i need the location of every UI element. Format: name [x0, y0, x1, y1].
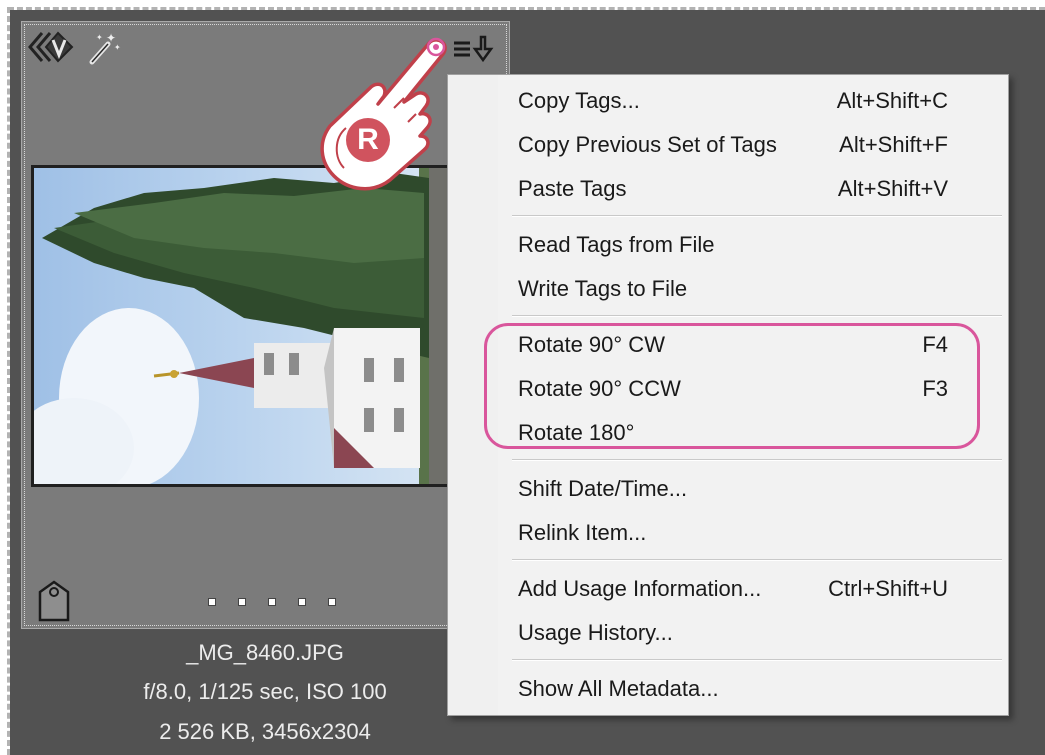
star-rating[interactable]	[208, 598, 348, 610]
menu-item-paste-tags[interactable]: Paste Tags Alt+Shift+V	[518, 171, 948, 207]
menu-item-copy-previous-set-of-tags[interactable]: Copy Previous Set of Tags Alt+Shift+F	[518, 127, 948, 163]
menu-item-label: Relink Item...	[518, 520, 647, 545]
rating-dot[interactable]	[328, 598, 336, 606]
photo-thumbnail[interactable]	[31, 165, 453, 487]
menu-icon-gutter	[448, 75, 498, 715]
rating-dot[interactable]	[208, 598, 216, 606]
svg-text:✦: ✦	[114, 43, 121, 52]
menu-item-label: Show All Metadata...	[518, 676, 719, 701]
menu-item-shortcut: Alt+Shift+F	[839, 132, 948, 157]
context-menu[interactable]: Copy Tags... Alt+Shift+C Copy Previous Set…	[447, 74, 1009, 716]
rating-dot[interactable]	[268, 598, 276, 606]
menu-item-shift-date-time[interactable]: Shift Date/Time...	[518, 471, 948, 507]
tag-icon[interactable]	[36, 580, 72, 627]
menu-item-label: Rotate 90° CCW	[518, 376, 681, 401]
menu-separator	[512, 315, 1002, 317]
menu-item-label: Shift Date/Time...	[518, 476, 688, 501]
menu-item-shortcut: Ctrl+Shift+U	[828, 576, 948, 601]
menu-item-shortcut: F4	[922, 332, 948, 357]
menu-separator	[512, 559, 1002, 561]
menu-item-label: Copy Tags...	[518, 88, 640, 113]
rating-dot[interactable]	[298, 598, 306, 606]
menu-item-shortcut: F3	[922, 376, 948, 401]
right-click-hand-icon: R	[312, 30, 462, 203]
file-name: _MG_8460.JPG	[186, 640, 344, 665]
menu-item-label: Rotate 90° CW	[518, 332, 665, 357]
menu-item-shortcut: Alt+Shift+C	[836, 88, 948, 113]
version-set-icon[interactable]	[28, 30, 74, 71]
menu-separator	[512, 659, 1002, 661]
menu-item-copy-tags[interactable]: Copy Tags... Alt+Shift+C	[518, 83, 948, 119]
menu-item-relink-item[interactable]: Relink Item...	[518, 515, 948, 551]
menu-item-label: Write Tags to File	[518, 276, 688, 301]
menu-item-label: Rotate 180°	[518, 420, 635, 445]
menu-item-shortcut: Alt+Shift+V	[837, 176, 948, 201]
menu-item-label: Add Usage Information...	[518, 576, 762, 601]
menu-item-read-tags-from-file[interactable]: Read Tags from File	[518, 227, 948, 263]
menu-item-label: Copy Previous Set of Tags	[518, 132, 777, 157]
hand-letter-badge: R	[346, 118, 390, 162]
menu-item-show-all-metadata[interactable]: Show All Metadata...	[518, 671, 948, 707]
rating-dot[interactable]	[238, 598, 246, 606]
menu-item-write-tags-to-file[interactable]: Write Tags to File	[518, 271, 948, 307]
menu-item-rotate-180[interactable]: Rotate 180°	[518, 415, 948, 451]
panel-border-top	[8, 7, 1045, 10]
svg-text:✦: ✦	[96, 33, 103, 42]
file-size-info: 2 526 KB, 3456x2304	[159, 719, 371, 744]
auto-enhance-icon[interactable]: ✦ ✦ ✦	[88, 30, 122, 71]
menu-item-rotate-90-ccw[interactable]: Rotate 90° CCW F3	[518, 371, 948, 407]
menu-separator	[512, 215, 1002, 217]
menu-separator	[512, 459, 1002, 461]
menu-item-label: Usage History...	[518, 620, 673, 645]
menu-item-rotate-90-cw[interactable]: Rotate 90° CW F4	[518, 327, 948, 363]
menu-item-add-usage-information[interactable]: Add Usage Information... Ctrl+Shift+U	[518, 571, 948, 607]
menu-item-label: Read Tags from File	[518, 232, 715, 257]
menu-item-usage-history[interactable]: Usage History...	[518, 615, 948, 651]
exposure-info: f/8.0, 1/125 sec, ISO 100	[143, 679, 387, 704]
panel-border-left	[7, 7, 10, 755]
menu-item-label: Paste Tags	[518, 176, 627, 201]
